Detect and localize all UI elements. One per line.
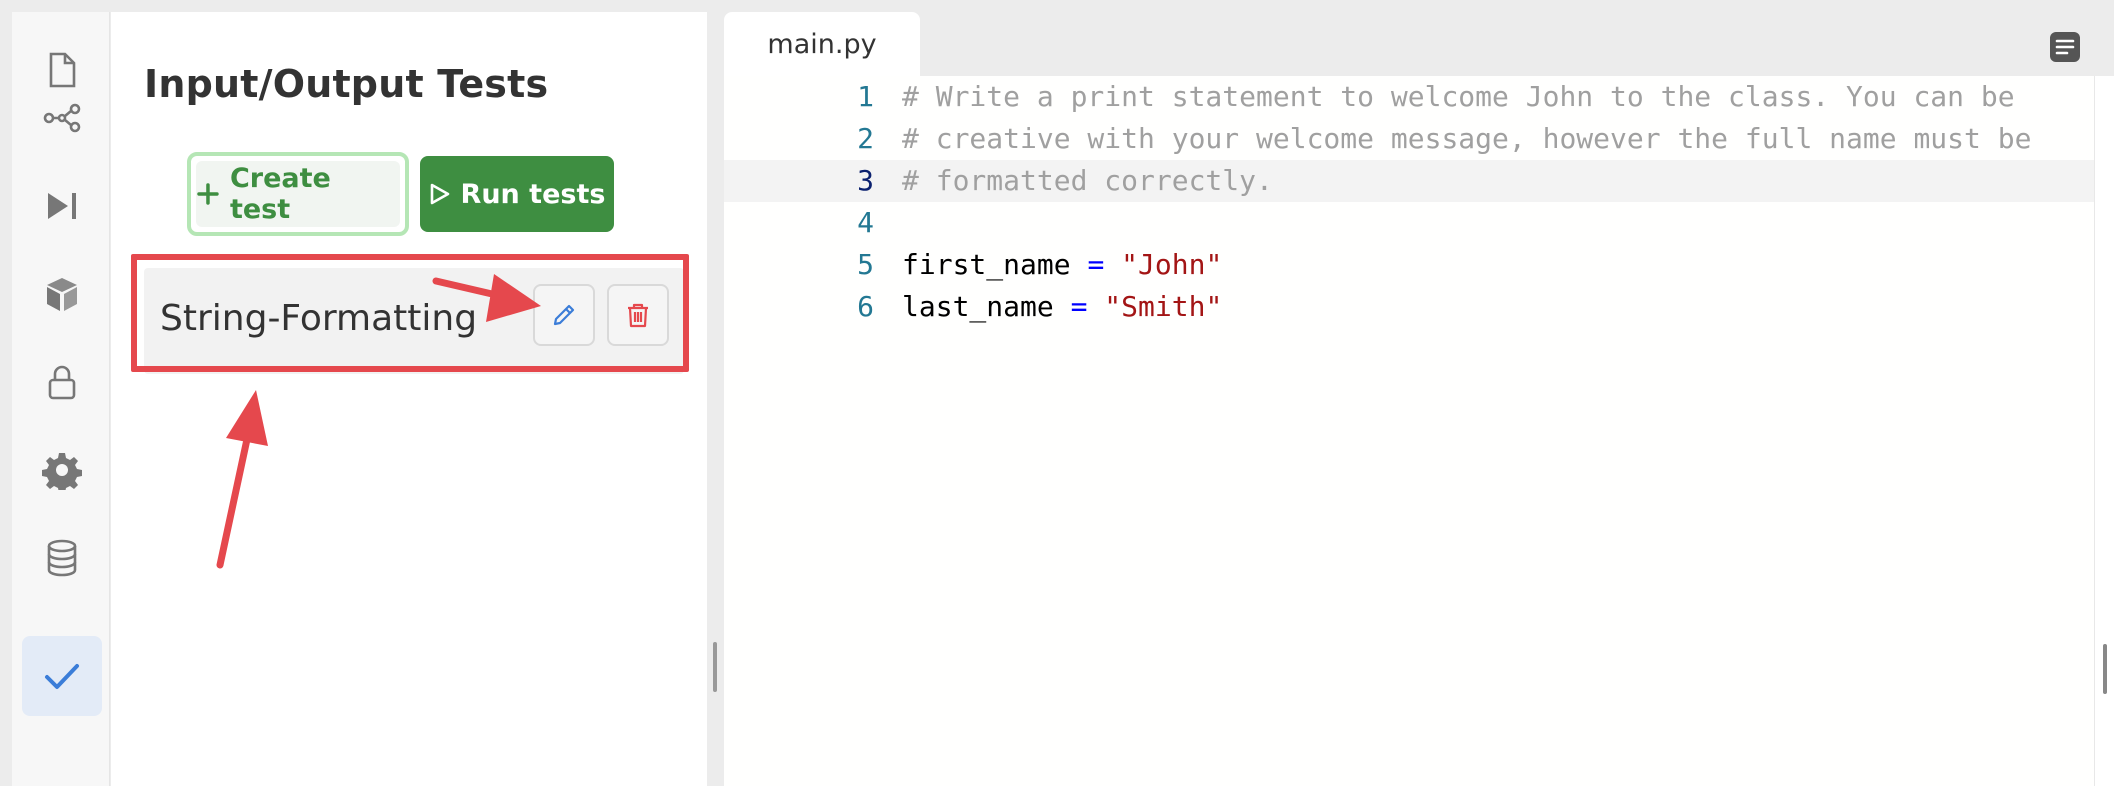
code-line: # formatted correctly. — [902, 160, 1273, 202]
code-token: last_name — [902, 290, 1071, 323]
code-line: # Write a print statement to welcome Joh… — [902, 76, 2015, 118]
line-number: 4 — [857, 206, 874, 239]
database-button[interactable] — [22, 518, 102, 598]
scrollbar-thumb[interactable] — [2103, 644, 2107, 694]
tests-panel: Input/Output Tests Create test Run tests… — [111, 12, 707, 786]
package-icon — [47, 278, 77, 311]
code-editor[interactable]: 1 # Write a print statement to welcome Jo… — [724, 76, 2114, 786]
code-token: first_name — [902, 248, 1088, 281]
share-icon — [43, 103, 81, 133]
play-icon — [430, 183, 449, 205]
code-token: = — [1087, 248, 1105, 281]
tests-button[interactable] — [22, 636, 102, 716]
run-tests-label: Run tests — [460, 178, 606, 210]
settings-button[interactable] — [22, 430, 102, 510]
create-test-label: Create test — [229, 163, 331, 225]
share-button[interactable] — [22, 78, 102, 158]
code-line: first_name = "John" — [902, 244, 1222, 286]
resize-grip[interactable] — [713, 642, 717, 692]
code-token: = — [1070, 290, 1088, 323]
gear-icon — [42, 453, 82, 490]
code-token: "Smith" — [1104, 290, 1223, 323]
tab-main-py[interactable]: main.py — [724, 12, 920, 76]
create-test-button[interactable]: Create test — [187, 152, 409, 236]
code-token: # creative with your welcome message, ho… — [902, 122, 2032, 155]
checkmark-icon — [45, 664, 79, 689]
line-number: 2 — [857, 122, 874, 155]
code-line: last_name = "Smith" — [902, 286, 1222, 328]
plus-icon — [197, 183, 219, 205]
code-token: # formatted correctly. — [902, 164, 1273, 197]
code-token: "John" — [1121, 248, 1223, 281]
run-step-button[interactable] — [22, 166, 102, 246]
run-tests-button[interactable]: Run tests — [420, 156, 614, 232]
editor-scrollbar[interactable] — [2094, 76, 2114, 786]
activity-bar — [12, 12, 110, 786]
database-icon — [47, 539, 77, 577]
step-forward-icon — [48, 193, 76, 219]
secrets-button[interactable] — [22, 342, 102, 422]
code-token: # Write a print statement to welcome Joh… — [902, 80, 2015, 113]
lock-icon — [48, 365, 76, 400]
line-number: 1 — [857, 80, 874, 113]
code-line: # creative with your welcome message, ho… — [902, 118, 2031, 160]
line-number: 6 — [857, 290, 874, 323]
panel-title: Input/Output Tests — [144, 62, 549, 106]
line-number: 5 — [857, 248, 874, 281]
line-number: 3 — [857, 164, 874, 197]
annotation-highlight-box — [131, 254, 689, 372]
outline-icon[interactable] — [2048, 30, 2082, 64]
packages-button[interactable] — [22, 254, 102, 334]
